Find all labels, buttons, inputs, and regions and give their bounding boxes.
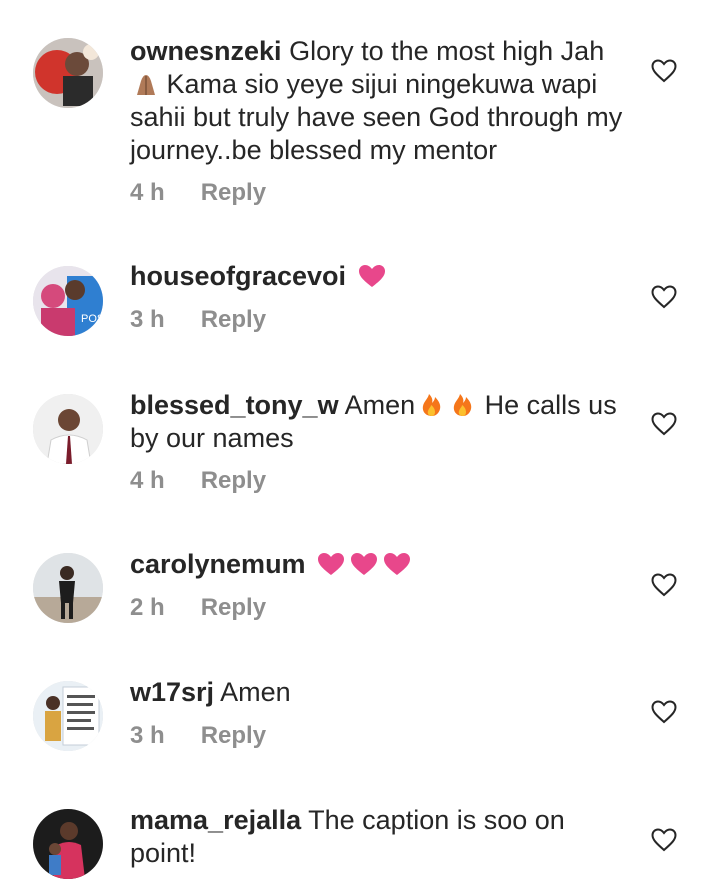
heart-outline-icon [651,700,677,724]
avatar[interactable] [33,38,103,108]
comment-username[interactable]: carolynemum [130,549,306,579]
comment-meta: 3 h Reply [130,305,266,335]
heart-outline-icon [651,828,677,852]
fire-emoji-icon [418,390,446,418]
comment-message: Amen [220,677,291,707]
comment-time: 3 h [130,722,165,749]
folded-hands-emoji-icon [133,71,159,97]
reply-button[interactable]: Reply [201,306,266,333]
comment-time: 4 h [130,179,165,206]
comment-username[interactable]: houseofgracevoi [130,261,346,291]
reply-button[interactable]: Reply [201,722,266,749]
comment-meta: 3 h Reply [130,721,266,751]
heart-emoji-icon [349,551,379,577]
comment-message-continued: Kama sio yeye sijui ningekuwa wapi sahii… [130,69,623,165]
heart-emoji-icon [316,551,346,577]
heart-outline-icon [651,59,677,83]
avatar[interactable] [33,553,103,623]
comment-message: Amen [344,390,416,420]
heart-outline-icon [651,573,677,597]
avatar[interactable]: POST [33,266,103,336]
comment-username[interactable]: w17srj [130,677,214,707]
comment-username[interactable]: mama_rejalla [130,805,301,835]
reply-button[interactable]: Reply [201,467,266,494]
like-button[interactable] [651,412,677,436]
comment-username[interactable]: ownesnzeki [130,36,282,66]
comment-time: 4 h [130,467,165,494]
avatar[interactable] [33,681,103,751]
avatar[interactable] [33,394,103,464]
heart-outline-icon [651,412,677,436]
avatar[interactable] [33,809,103,879]
comment-time: 2 h [130,594,165,621]
comment-meta: 2 h Reply [130,593,266,623]
like-button[interactable] [651,573,677,597]
comment-text: w17srj Amen [130,676,630,709]
fire-emoji-icon [449,390,477,418]
heart-outline-icon [651,285,677,309]
reply-button[interactable]: Reply [201,179,266,206]
comment-time: 3 h [130,306,165,333]
reply-button[interactable]: Reply [201,594,266,621]
like-button[interactable] [651,700,677,724]
comment-username[interactable]: blessed_tony_w [130,390,339,420]
comment-meta: 4 h Reply [130,466,266,496]
heart-emoji-icon [382,551,412,577]
like-button[interactable] [651,828,677,852]
like-button[interactable] [651,285,677,309]
comment-text: carolynemum [130,548,630,581]
comment-text: houseofgracevoi [130,260,630,293]
comment-meta: 4 h Reply [130,178,266,208]
comment-message: Glory to the most high Jah [289,36,605,66]
comment-text: mama_rejalla The caption is soo on point… [130,804,630,870]
heart-emoji-icon [357,263,387,289]
comment-text: ownesnzeki Glory to the most high Jah Ka… [130,35,630,167]
like-button[interactable] [651,59,677,83]
svg-text:POST: POST [81,313,103,325]
comment-text: blessed_tony_w Amen He calls us by our n… [130,389,630,455]
